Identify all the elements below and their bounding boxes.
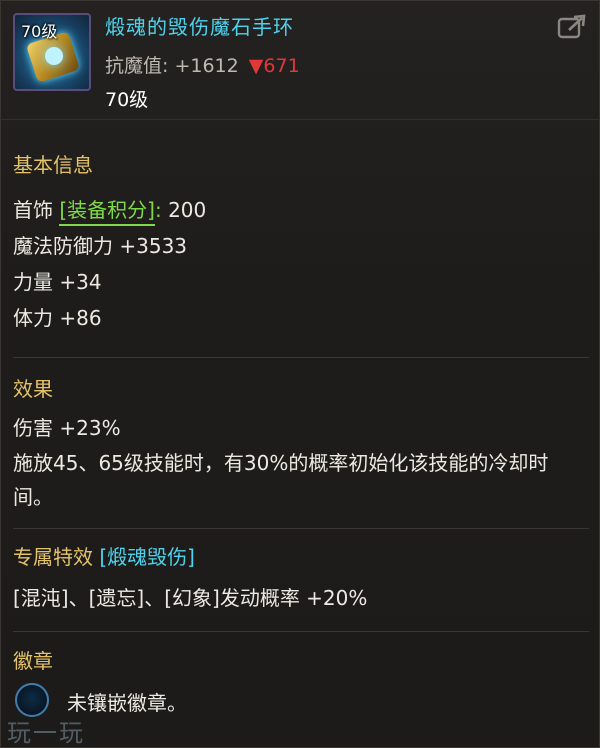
equipment-score-line: 首饰 [装备积分]: 200 [13, 192, 589, 228]
item-header: 70级 煅魂的毁伤魔石手环 抗魔值: +1612 ▼671 70级 [1, 1, 599, 120]
basic-info-title: 基本信息 [13, 153, 93, 177]
damage-line: 伤害 +23% [13, 416, 121, 440]
divider [13, 357, 589, 358]
divider [13, 631, 589, 632]
effect-section: 效果 伤害 +23% 施放45、65级技能时，有30%的概率初始化该技能的冷却时… [13, 373, 589, 514]
badge-title: 徽章 [13, 649, 53, 673]
magic-defense-line: 魔法防御力 +3533 [13, 234, 188, 258]
share-icon[interactable] [557, 13, 587, 41]
item-icon-level: 70级 [21, 22, 58, 41]
score-value: 200 [168, 198, 207, 222]
badge-section: 徽章 [13, 645, 589, 674]
down-arrow-icon: ▼ [248, 55, 264, 77]
item-icon: 70级 [13, 13, 91, 91]
skill-reset-line: 施放45、65级技能时，有30%的概率初始化该技能的冷却时间。 [13, 451, 549, 509]
score-prefix: 首饰 [13, 198, 53, 222]
badge-empty-text: 未镶嵌徽章。 [67, 691, 187, 715]
equipment-score-link[interactable]: [装备积分] [59, 198, 155, 226]
magic-resist-diff-value: 671 [263, 55, 300, 77]
magic-resist-diff: ▼671 [249, 55, 300, 77]
magic-resist-value: +1612 [174, 55, 239, 77]
stamina-line: 体力 +86 [13, 306, 102, 330]
special-effect-line: [混沌]、[遗忘]、[幻象]发动概率 +20% [13, 586, 368, 610]
item-name: 煅魂的毁伤魔石手环 [105, 15, 294, 39]
strength-line: 力量 +34 [13, 270, 102, 294]
watermark: 玩一玩 [7, 719, 85, 747]
required-level: 70级 [105, 89, 149, 111]
score-separator: : [154, 198, 162, 222]
special-effect-title: 专属特效 [13, 545, 93, 569]
badge-slot-icon[interactable] [15, 683, 49, 717]
effect-title: 效果 [13, 377, 53, 401]
basic-info-section: 基本信息 首饰 [装备积分]: 200 魔法防御力 +3533 力量 +34 体… [13, 149, 589, 336]
special-effect-title-row: 专属特效 [煅魂毁伤] [13, 541, 589, 570]
glow-icon [45, 47, 63, 65]
magic-resist-label: 抗魔值: [105, 55, 169, 77]
divider [13, 528, 589, 529]
special-effect-section: 专属特效 [煅魂毁伤] [混沌]、[遗忘]、[幻象]发动概率 +20% [13, 541, 589, 616]
item-tooltip: 70级 煅魂的毁伤魔石手环 抗魔值: +1612 ▼671 70级 基本信息 首… [0, 0, 600, 748]
special-effect-tag[interactable]: [煅魂毁伤] [99, 545, 195, 569]
magic-resist-stat: 抗魔值: +1612 ▼671 [105, 51, 300, 78]
